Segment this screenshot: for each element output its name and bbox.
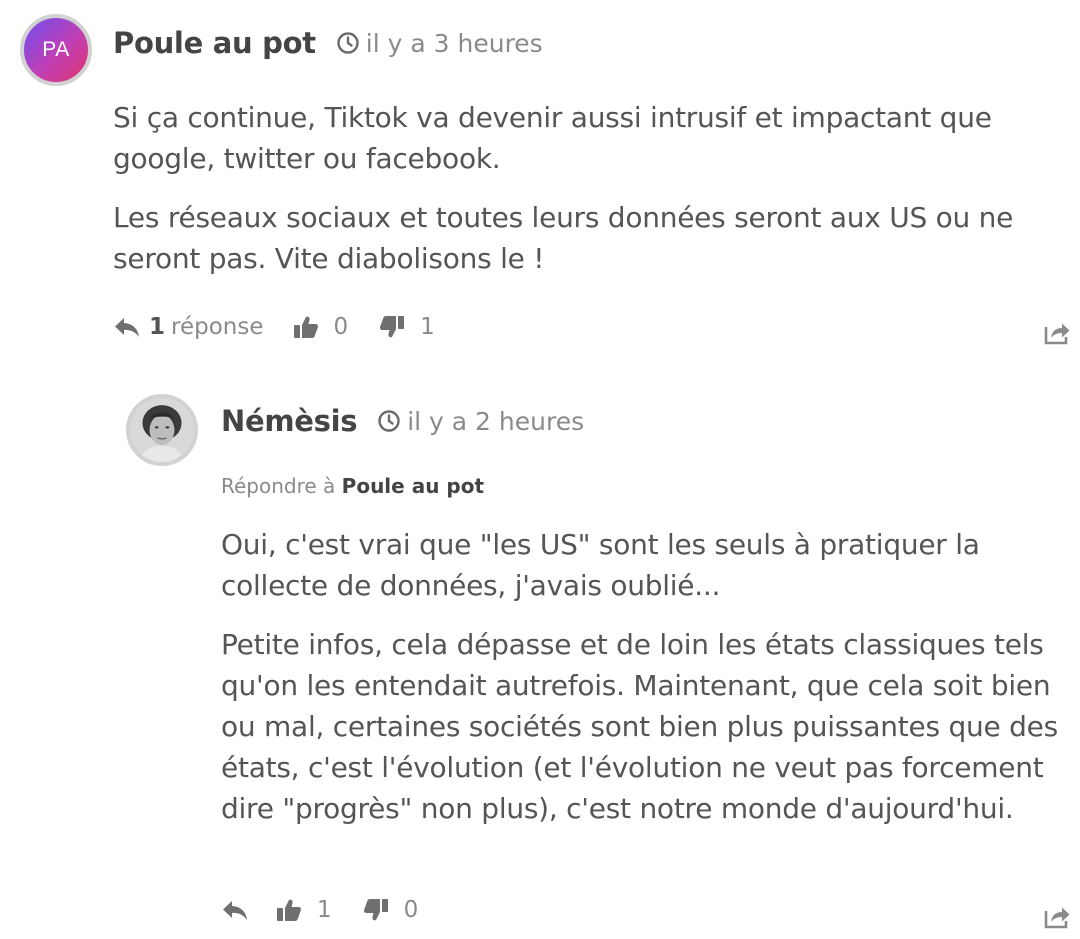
thumbs-down-icon	[362, 896, 390, 924]
comment-paragraph: Oui, c'est vrai que "les US" sont les se…	[221, 528, 980, 602]
reply-arrow-icon	[113, 313, 141, 341]
reply-arrow-icon	[221, 896, 249, 924]
comment-body: Oui, c'est vrai que "les US" sont les se…	[221, 524, 1076, 847]
timestamp[interactable]: il y a 2 heures	[377, 407, 584, 436]
timestamp-text: il y a 2 heures	[407, 406, 585, 436]
reply-to-author-link[interactable]: Poule au pot	[342, 474, 484, 498]
thumbs-down-icon	[378, 313, 406, 341]
avatar[interactable]	[126, 394, 198, 466]
reply-button[interactable]: 1 réponse	[113, 313, 264, 341]
upvote-button[interactable]: 1	[275, 896, 332, 924]
thumbs-up-icon	[275, 896, 303, 924]
thumbs-up-icon	[292, 313, 320, 341]
timestamp[interactable]: il y a 3 heures	[336, 29, 543, 58]
comment-paragraph: Les réseaux sociaux et toutes leurs donn…	[113, 201, 1014, 275]
downvote-count: 0	[403, 897, 419, 923]
avatar-initials: PA	[42, 38, 70, 61]
share-icon[interactable]	[1043, 318, 1071, 346]
comment-body: Si ça continue, Tiktok va devenir aussi …	[113, 97, 1068, 297]
comment-meta: Poule au pot il y a 3 heures	[113, 26, 543, 60]
author-name[interactable]: Poule au pot	[113, 26, 316, 60]
timestamp-text: il y a 3 heures	[365, 28, 543, 58]
upvote-button[interactable]: 0	[292, 313, 349, 341]
author-name[interactable]: Némèsis	[221, 404, 358, 438]
reply-count: 1	[149, 314, 166, 340]
reply-to-line: Répondre à Poule au pot	[221, 474, 484, 498]
reply-button[interactable]	[221, 896, 249, 924]
downvote-button[interactable]: 0	[362, 896, 419, 924]
reply-label: réponse	[171, 314, 264, 340]
comment-paragraph: Petite infos, cela dépasse et de loin le…	[221, 628, 1058, 825]
avatar-photo	[130, 398, 194, 462]
comment-meta: Némèsis il y a 2 heures	[221, 404, 584, 438]
upvote-count: 1	[317, 897, 332, 923]
comment-actions: 1 réponse 0 1	[113, 313, 435, 341]
downvote-count: 1	[420, 314, 435, 340]
reply-to-prefix: Répondre à	[221, 474, 336, 498]
comment-actions: 1 0	[221, 896, 418, 924]
upvote-count: 0	[333, 314, 349, 340]
comment-thread: PA Poule au pot il y a 3 heures Si ça co…	[0, 0, 1080, 939]
comment-paragraph: Si ça continue, Tiktok va devenir aussi …	[113, 101, 992, 175]
clock-icon	[378, 410, 400, 432]
share-icon[interactable]	[1043, 902, 1071, 930]
avatar[interactable]: PA	[20, 14, 92, 86]
clock-icon	[337, 32, 359, 54]
downvote-button[interactable]: 1	[378, 313, 435, 341]
